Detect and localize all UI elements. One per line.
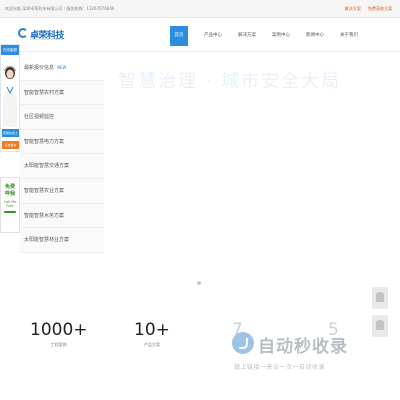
service-title: 在线客服 — [1, 45, 19, 55]
solution-item-label: 最新报价信息 — [24, 65, 55, 71]
call-me-free-widget[interactable]: 免费 呼我 Call Me Free — [0, 177, 20, 233]
nav-about[interactable]: 关于我们 — [332, 26, 366, 46]
solution-item[interactable]: 智能智慧农村方案 — [20, 80, 104, 106]
nav-home[interactable]: 首页 — [170, 26, 188, 46]
online-service-widget: 在线客服 客服在线上 点击留言 — [0, 44, 20, 152]
stat-item: 10+ 产品方案 — [134, 320, 170, 348]
nav-cases[interactable]: 案例中心 — [264, 26, 298, 46]
watermark-title: 自动秒收录 — [258, 337, 348, 357]
right-float-phone[interactable] — [372, 287, 388, 309]
solution-item-label: 太阳能智慧林业方案 — [24, 237, 70, 244]
stat-label: 工程案例 — [50, 342, 67, 347]
solution-item-label: 太阳能智慧交通方案 — [24, 163, 70, 170]
nav-news[interactable]: 新闻中心 — [298, 26, 332, 46]
stat-number: 1000+ — [30, 320, 88, 340]
solution-item-label: 智能智慧水务方案 — [24, 212, 65, 219]
top-link-solutions[interactable]: 解决方案 — [345, 6, 361, 11]
callme-line2: 呼我 — [4, 191, 15, 197]
solution-item-label: 智能智慧农村方案 — [24, 89, 65, 96]
nav-products[interactable]: 产品中心 — [196, 26, 230, 46]
banner-pager-dot[interactable] — [197, 281, 201, 285]
stat-number: 10+ — [134, 320, 170, 340]
qq-service-button[interactable]: 客服在线上 — [2, 129, 19, 137]
solution-item[interactable]: 智能智慧电力方案 — [20, 129, 104, 155]
agent-avatar — [3, 65, 17, 127]
stat-label: 产品方案 — [143, 342, 160, 347]
solution-item[interactable]: 智能智慧水务方案 — [20, 203, 104, 229]
solution-item[interactable]: 社区视频监控 — [20, 105, 104, 130]
watermark-logo-icon — [232, 332, 254, 354]
callme-line1: 免费 — [4, 184, 15, 190]
phone-input-icon — [4, 211, 16, 213]
top-link-free-plan[interactable]: 免费获取方案 — [368, 6, 392, 11]
solution-item[interactable]: 太阳能智慧交通方案 — [20, 154, 104, 179]
top-links: 解决方案 免费获取方案 — [339, 6, 392, 12]
solution-menu: 最新报价信息 NEW 智能智慧农村方案 社区视频监控 智能智慧电力方案 太阳能智慧… — [20, 56, 104, 253]
solution-item-label: 智能智慧电力方案 — [24, 138, 65, 145]
watermark-overlay: 自动秒收录 做上链接一来访一次一自动收录 — [232, 332, 387, 380]
solution-item[interactable]: 智能智慧农业方案 — [20, 178, 104, 204]
solution-item-label: 社区视频监控 — [24, 114, 55, 121]
callme-line3: Call Me Free — [3, 200, 17, 208]
logo-subtext: ZHUO RONG TECHNOLOGY — [30, 38, 64, 41]
leave-message-button[interactable]: 点击留言 — [2, 141, 19, 149]
main-nav: 首页 产品中心 解决方案 案例中心 新闻中心 关于我们 — [170, 26, 366, 46]
solution-item[interactable]: 最新报价信息 NEW — [20, 56, 104, 81]
banner-ghost-text: 智慧治理 · 城市安全大局 — [118, 71, 342, 92]
stat-item: 1000+ 工程案例 — [30, 320, 88, 348]
nav-solutions[interactable]: 解决方案 — [230, 26, 264, 46]
phone-icon — [376, 292, 384, 302]
solution-item[interactable]: 太阳能智慧林业方案 — [20, 228, 104, 253]
new-badge: NEW — [57, 65, 67, 70]
top-bar: 欢迎光临 深圳卓荣科技有限公司 ! 服务热线：13267076646 解决方案 … — [0, 0, 400, 18]
solution-item-label: 智能智慧农业方案 — [24, 187, 65, 194]
logo-icon — [18, 28, 28, 38]
watermark-subtitle: 做上链接一来访一次一自动收录 — [234, 364, 326, 371]
welcome-text: 欢迎光临 深圳卓荣科技有限公司 ! 服务热线：13267076646 — [5, 6, 115, 11]
site-header: 卓荣科技 ZHUO RONG TECHNOLOGY 首页 产品中心 解决方案 案… — [0, 18, 400, 52]
site-logo[interactable]: 卓荣科技 ZHUO RONG TECHNOLOGY — [18, 28, 78, 42]
